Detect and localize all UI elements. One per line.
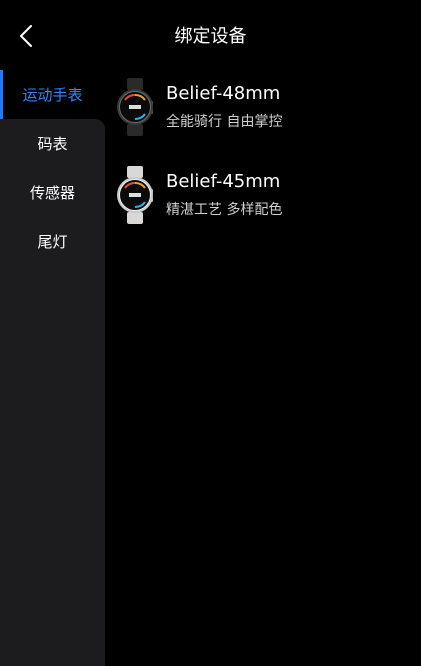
sidebar-item-sensor[interactable]: 传感器 xyxy=(0,168,105,217)
device-item-belief-45mm[interactable]: Belief-45mm 精湛工艺 多样配色 xyxy=(112,158,412,234)
sidebar-item-label: 运动手表 xyxy=(22,86,83,104)
sidebar-item-tail-light[interactable]: 尾灯 xyxy=(0,217,105,266)
sidebar-item-label: 传感器 xyxy=(29,184,75,202)
sidebar-item-label: 码表 xyxy=(37,135,68,153)
category-sidebar: 运动手表 码表 传感器 尾灯 xyxy=(0,70,105,666)
active-indicator xyxy=(0,70,3,119)
top-bar: 绑定设备 xyxy=(0,0,421,72)
sidebar-item-label: 尾灯 xyxy=(37,233,68,251)
device-description: 精湛工艺 多样配色 xyxy=(166,202,283,218)
silver-smartwatch-image xyxy=(117,166,153,224)
black-smartwatch-image xyxy=(117,78,153,136)
device-description: 全能骑行 自由掌控 xyxy=(166,114,283,130)
page-title: 绑定设备 xyxy=(174,26,247,47)
device-item-belief-48mm[interactable]: Belief-48mm 全能骑行 自由掌控 xyxy=(112,70,412,146)
sidebar-item-sports-watch[interactable]: 运动手表 xyxy=(0,70,105,119)
device-name: Belief-48mm xyxy=(166,83,281,104)
device-name: Belief-45mm xyxy=(166,171,281,192)
sidebar-item-bike-computer[interactable]: 码表 xyxy=(0,119,105,168)
